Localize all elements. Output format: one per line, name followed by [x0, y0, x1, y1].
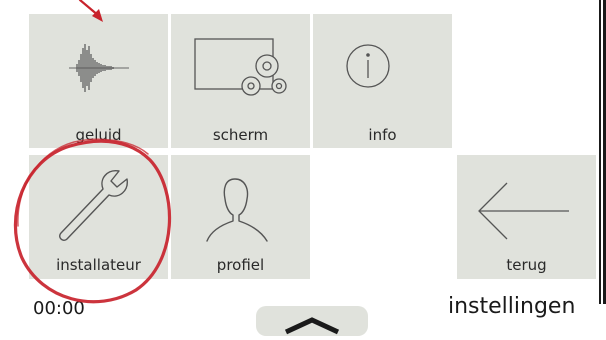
screen-edge-divider [599, 0, 606, 304]
user-profile-icon [206, 178, 268, 242]
info-icon [346, 44, 390, 88]
arrow-left-icon [478, 182, 569, 240]
tile-geluid[interactable]: geluid [29, 14, 168, 148]
tile-installateur[interactable]: installateur [29, 155, 168, 279]
clock-time: 00:00 [33, 298, 85, 319]
tile-label-profiel: profiel [216, 256, 265, 274]
screen-settings-icon [194, 38, 287, 96]
tile-scherm[interactable]: scherm [171, 14, 310, 148]
chevron-up-icon [284, 317, 340, 335]
sound-wave-icon [69, 44, 129, 92]
tile-terug[interactable]: terug [457, 155, 596, 279]
tile-label-installateur: installateur [56, 256, 141, 274]
tile-label-info: info [368, 126, 397, 144]
tile-label-geluid: geluid [75, 126, 122, 144]
tile-info[interactable]: info [313, 14, 452, 148]
page-title: instellingen [448, 294, 576, 319]
tile-profiel[interactable]: profiel [171, 155, 310, 279]
tile-label-terug: terug [506, 256, 547, 274]
wrench-icon [58, 170, 128, 242]
tile-label-scherm: scherm [212, 126, 269, 144]
home-nav-tab[interactable] [256, 306, 368, 336]
